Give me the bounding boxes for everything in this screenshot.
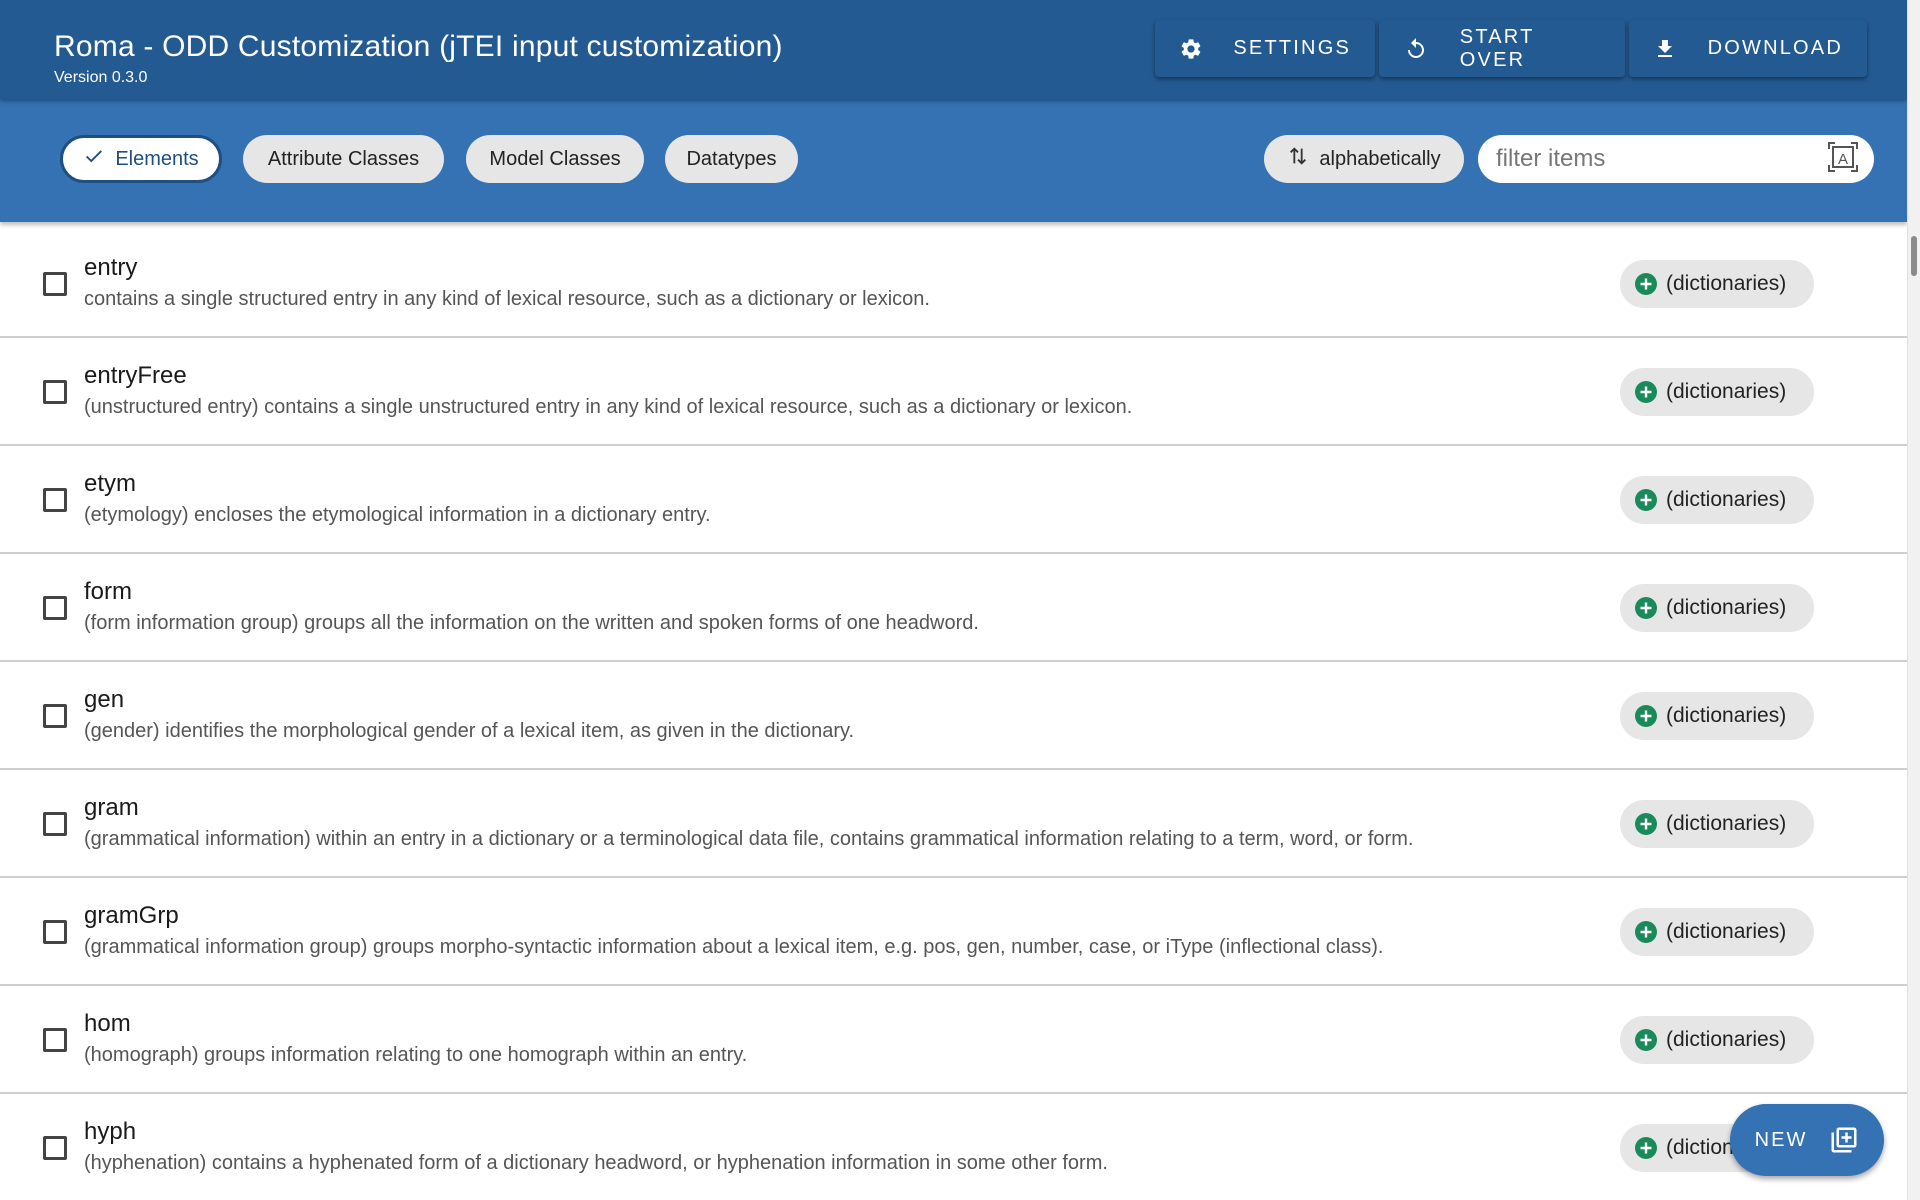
module-label: (dictionaries) [1666, 596, 1787, 619]
list-item: entryFree (unstructured entry) contains … [0, 338, 1907, 446]
gear-icon [1179, 35, 1203, 63]
filter-field: A [1478, 135, 1874, 183]
add-circle-icon [1634, 920, 1658, 944]
scrollbar-thumb[interactable] [1911, 236, 1917, 276]
select-checkbox[interactable] [43, 920, 67, 944]
tab-label: Elements [115, 147, 199, 170]
list-item: gen (gender) identifies the morphologica… [0, 662, 1907, 770]
download-icon [1653, 35, 1678, 63]
module-label: (dictionaries) [1666, 920, 1787, 943]
module-label: (dictionaries) [1666, 704, 1787, 727]
sort-icon [1287, 145, 1309, 173]
select-checkbox[interactable] [43, 1136, 67, 1160]
element-description: contains a single structured entry in an… [84, 288, 930, 310]
element-name[interactable]: entryFree [84, 362, 187, 390]
element-name[interactable]: entry [84, 254, 137, 282]
element-description: (grammatical information group) groups m… [84, 936, 1384, 958]
add-module-chip[interactable]: (dictionaries) [1620, 692, 1814, 740]
element-description: (form information group) groups all the … [84, 612, 979, 634]
sort-label: alphabetically [1319, 147, 1441, 170]
filter-input[interactable] [1496, 145, 1826, 173]
add-module-chip[interactable]: (dictionaries) [1620, 584, 1814, 632]
element-description: (homograph) groups information relating … [84, 1044, 748, 1066]
add-module-chip[interactable]: (dictionaries) [1620, 908, 1814, 956]
module-label: (dictionaries) [1666, 272, 1787, 295]
add-circle-icon [1634, 1028, 1658, 1052]
add-module-chip[interactable]: (dictionaries) [1620, 476, 1814, 524]
vertical-scrollbar[interactable] [1907, 0, 1920, 1200]
element-description: (unstructured entry) contains a single u… [84, 396, 1133, 418]
app-version: Version 0.3.0 [54, 69, 148, 86]
list-item: hyph (hyphenation) contains a hyphenated… [0, 1094, 1907, 1200]
tab-model-classes[interactable]: Model Classes [466, 135, 644, 183]
tab-label: Datatypes [686, 147, 777, 170]
select-checkbox[interactable] [43, 272, 67, 296]
tab-attribute-classes[interactable]: Attribute Classes [243, 135, 444, 183]
start-over-button[interactable]: START OVER [1379, 20, 1625, 77]
select-checkbox[interactable] [43, 488, 67, 512]
add-module-chip[interactable]: (dictionaries) [1620, 368, 1814, 416]
filter-toolbar: Elements Attribute Classes Model Classes… [0, 99, 1907, 222]
list-item: hom (homograph) groups information relat… [0, 986, 1907, 1094]
new-label: NEW [1754, 1128, 1808, 1151]
sort-alphabetically-chip[interactable]: alphabetically [1264, 135, 1464, 183]
add-module-chip[interactable]: (dictionaries) [1620, 260, 1814, 308]
element-description: (etymology) encloses the etymological in… [84, 504, 711, 526]
list-item: etym (etymology) encloses the etymologic… [0, 446, 1907, 554]
download-label: DOWNLOAD [1707, 37, 1843, 59]
list-item: entry contains a single structured entry… [0, 230, 1907, 338]
add-circle-icon [1634, 1136, 1658, 1160]
top-actions: SETTINGS START OVER DOWNLOAD [1155, 20, 1867, 77]
app-bar: Roma - ODD Customization (jTEI input cus… [0, 0, 1907, 99]
list-item: form (form information group) groups all… [0, 554, 1907, 662]
app-title: Roma - ODD Customization (jTEI input cus… [54, 30, 783, 63]
add-circle-icon [1634, 596, 1658, 620]
tab-datatypes[interactable]: Datatypes [665, 135, 798, 183]
settings-button[interactable]: SETTINGS [1155, 20, 1375, 77]
tab-label: Model Classes [489, 147, 621, 170]
element-name[interactable]: hom [84, 1010, 131, 1038]
element-description: (gender) identifies the morphological ge… [84, 720, 855, 742]
list-item: gram (grammatical information) within an… [0, 770, 1907, 878]
new-element-button[interactable]: NEW [1730, 1104, 1884, 1176]
text-recognition-icon[interactable]: A [1826, 140, 1860, 179]
tab-elements[interactable]: Elements [60, 135, 222, 183]
element-name[interactable]: etym [84, 470, 136, 498]
add-circle-icon [1634, 380, 1658, 404]
element-name[interactable]: form [84, 578, 132, 606]
add-box-icon [1829, 1125, 1859, 1155]
select-checkbox[interactable] [43, 704, 67, 728]
elements-list: entry contains a single structured entry… [0, 230, 1907, 1200]
element-description: (grammatical information) within an entr… [84, 828, 1414, 850]
element-name[interactable]: gen [84, 686, 124, 714]
add-circle-icon [1634, 488, 1658, 512]
check-icon [83, 145, 105, 173]
add-circle-icon [1634, 812, 1658, 836]
add-module-chip[interactable]: (dictionaries) [1620, 1016, 1814, 1064]
element-name[interactable]: hyph [84, 1118, 136, 1146]
download-button[interactable]: DOWNLOAD [1629, 20, 1867, 77]
settings-label: SETTINGS [1233, 37, 1351, 59]
restart-icon [1403, 35, 1430, 63]
select-checkbox[interactable] [43, 596, 67, 620]
module-label: (dictionaries) [1666, 1028, 1787, 1051]
module-label: (dictionaries) [1666, 812, 1787, 835]
select-checkbox[interactable] [43, 1028, 67, 1052]
module-label: (dictionaries) [1666, 380, 1787, 403]
element-name[interactable]: gramGrp [84, 902, 179, 930]
module-label: (dictionaries) [1666, 488, 1787, 511]
select-checkbox[interactable] [43, 812, 67, 836]
select-checkbox[interactable] [43, 380, 67, 404]
add-module-chip[interactable]: (dictionaries) [1620, 800, 1814, 848]
svg-text:A: A [1838, 151, 1848, 168]
element-description: (hyphenation) contains a hyphenated form… [84, 1152, 1108, 1174]
tab-label: Attribute Classes [267, 147, 420, 170]
add-circle-icon [1634, 272, 1658, 296]
add-circle-icon [1634, 704, 1658, 728]
start-over-label: START OVER [1459, 25, 1535, 71]
element-name[interactable]: gram [84, 794, 139, 822]
list-item: gramGrp (grammatical information group) … [0, 878, 1907, 986]
